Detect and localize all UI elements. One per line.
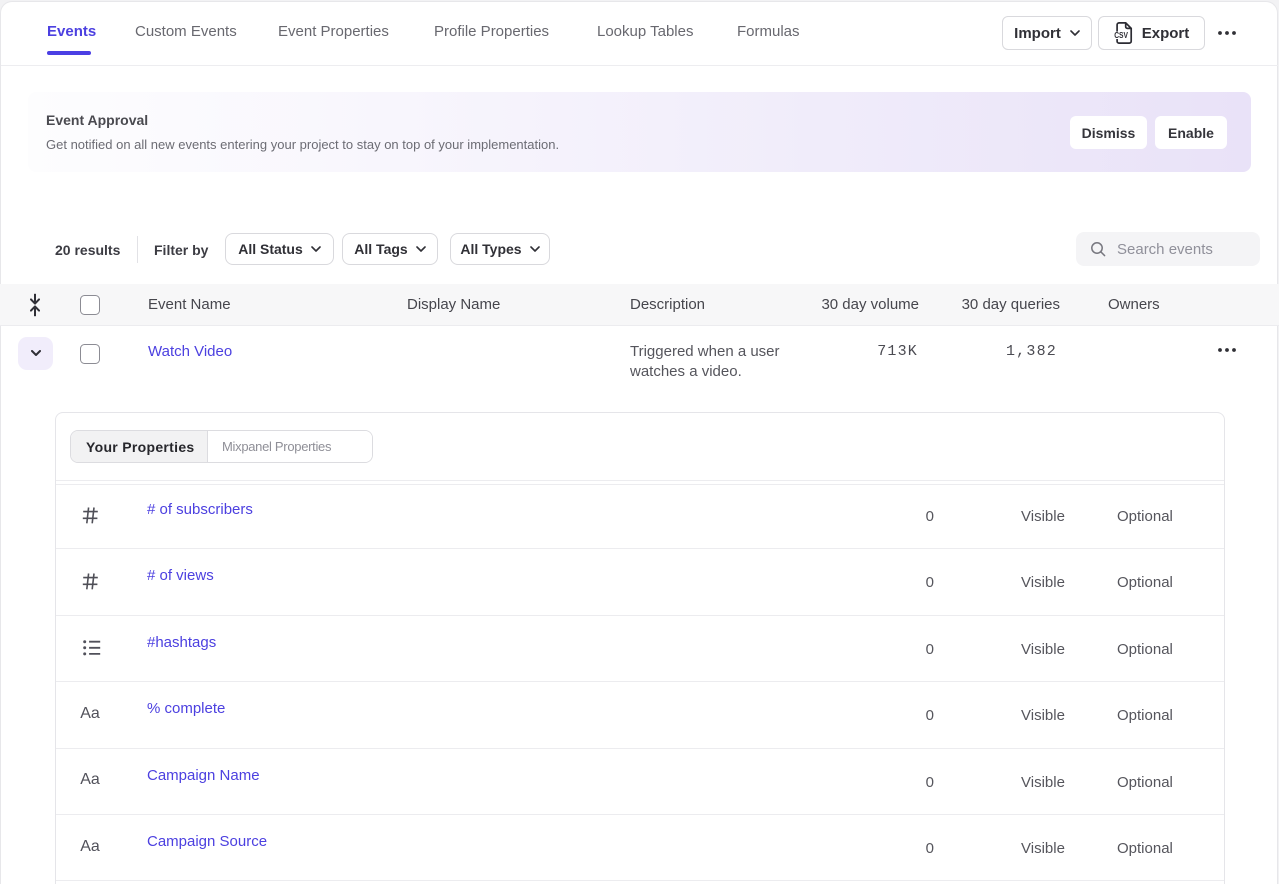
svg-text:CSV: CSV	[1114, 30, 1128, 40]
